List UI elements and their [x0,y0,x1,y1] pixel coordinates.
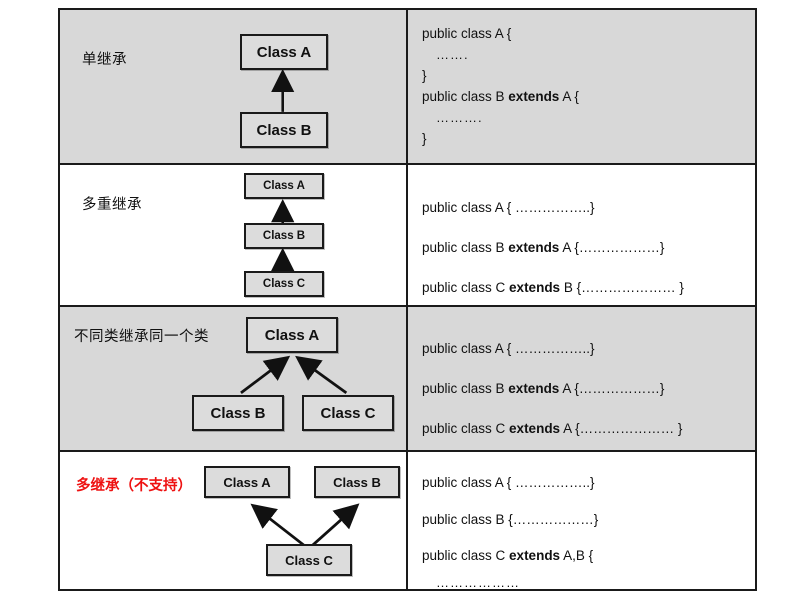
class-box-c: Class C [302,395,394,431]
code-line: public class C extends A,B { [422,548,594,563]
code-block: public class A { ……………..} public class B… [422,329,682,449]
table-row: 不同类继承同一个类 Class A Class B Class C public… [60,307,755,452]
code-line: public class C extends B {………………… } [422,280,684,295]
diagram-cell-multiple-inheritance: 多继承（不支持） Class A Class B Class C [60,452,408,589]
class-box-a: Class A [240,34,328,70]
code-line: public class A { ……………..} [422,200,595,215]
class-box-label: Class A [256,43,312,61]
class-box-label: Class B [262,230,306,242]
code-block: public class A { ……………..} public class B… [422,188,684,305]
arrow-c-to-b [307,503,360,550]
class-box-b: Class B [240,112,328,148]
class-box-label: Class B [210,404,266,422]
class-box-c: Class C [266,544,352,576]
class-box-b: Class B [314,466,400,498]
category-label-multiple-inheritance-unsupported: 多继承（不支持） [76,478,192,494]
arrow-layer [271,199,295,271]
code-line: public class B extends A {………………} [422,240,665,255]
class-box-label: Class C [262,278,306,290]
code-cell-multiple-inheritance: public class A { ……………..} public class B… [408,452,755,589]
arrow-c-to-a [295,355,348,395]
code-line: ……………… [436,575,520,589]
code-cell-hierarchical-inheritance: public class A { ……………..} public class B… [408,307,755,450]
table-row: 多继承（不支持） Class A Class B Class C public … [60,452,755,589]
code-cell-multilevel-inheritance: public class A { ……………..} public class B… [408,165,755,305]
class-box-a: Class A [246,317,338,353]
category-label-multilevel-inheritance: 多重继承 [82,197,142,213]
code-line: ………. [436,110,483,125]
code-line: public class C extends A {………………… } [422,421,683,436]
class-box-label: Class A [223,474,271,490]
class-box-a: Class A [204,466,290,498]
code-block: public class A { ……………..} public class B… [422,464,598,589]
table-row: 单继承 Class A Class B public class A { ……. [60,10,755,165]
diagram-cell-single-inheritance: 单继承 Class A Class B [60,10,408,163]
code-line: public class B extends A {………………} [422,381,665,396]
class-box-label: Class C [285,552,333,568]
class-box-label: Class A [264,326,320,344]
code-line: public class A { [422,26,512,41]
class-box-label: Class B [333,474,381,490]
code-line: } [422,68,427,83]
diagram-cell-hierarchical-inheritance: 不同类继承同一个类 Class A Class B Class C [60,307,408,450]
code-line: public class B {………………} [422,512,599,527]
code-line: public class A { ……………..} [422,341,595,356]
category-label-single-inheritance: 单继承 [82,52,127,68]
arrow-c-to-a [250,503,310,550]
code-line: public class B extends A { [422,89,579,104]
class-box-b: Class B [192,395,284,431]
class-box-b: Class B [244,223,324,249]
arrow-b-to-a [240,355,291,395]
class-box-label: Class B [256,121,312,139]
inheritance-table: 单继承 Class A Class B public class A { ……. [58,8,757,591]
code-line: ……. [436,47,469,62]
code-cell-single-inheritance: public class A { ……. } public class B ex… [408,10,755,163]
class-box-label: Class C [320,404,376,422]
table-row: 多重继承 Class A Class B Class C public clas… [60,165,755,307]
category-label-hierarchical-inheritance: 不同类继承同一个类 [74,329,209,345]
code-block: public class A { ……. } public class B ex… [422,23,579,149]
code-line: } [422,131,427,146]
class-box-label: Class A [263,180,305,192]
diagram-cell-multilevel-inheritance: 多重继承 Class A Class B Class C [60,165,408,305]
class-box-a: Class A [244,173,324,199]
code-line: public class A { ……………..} [422,475,595,490]
arrow-layer [271,68,295,112]
class-box-c: Class C [244,271,324,297]
